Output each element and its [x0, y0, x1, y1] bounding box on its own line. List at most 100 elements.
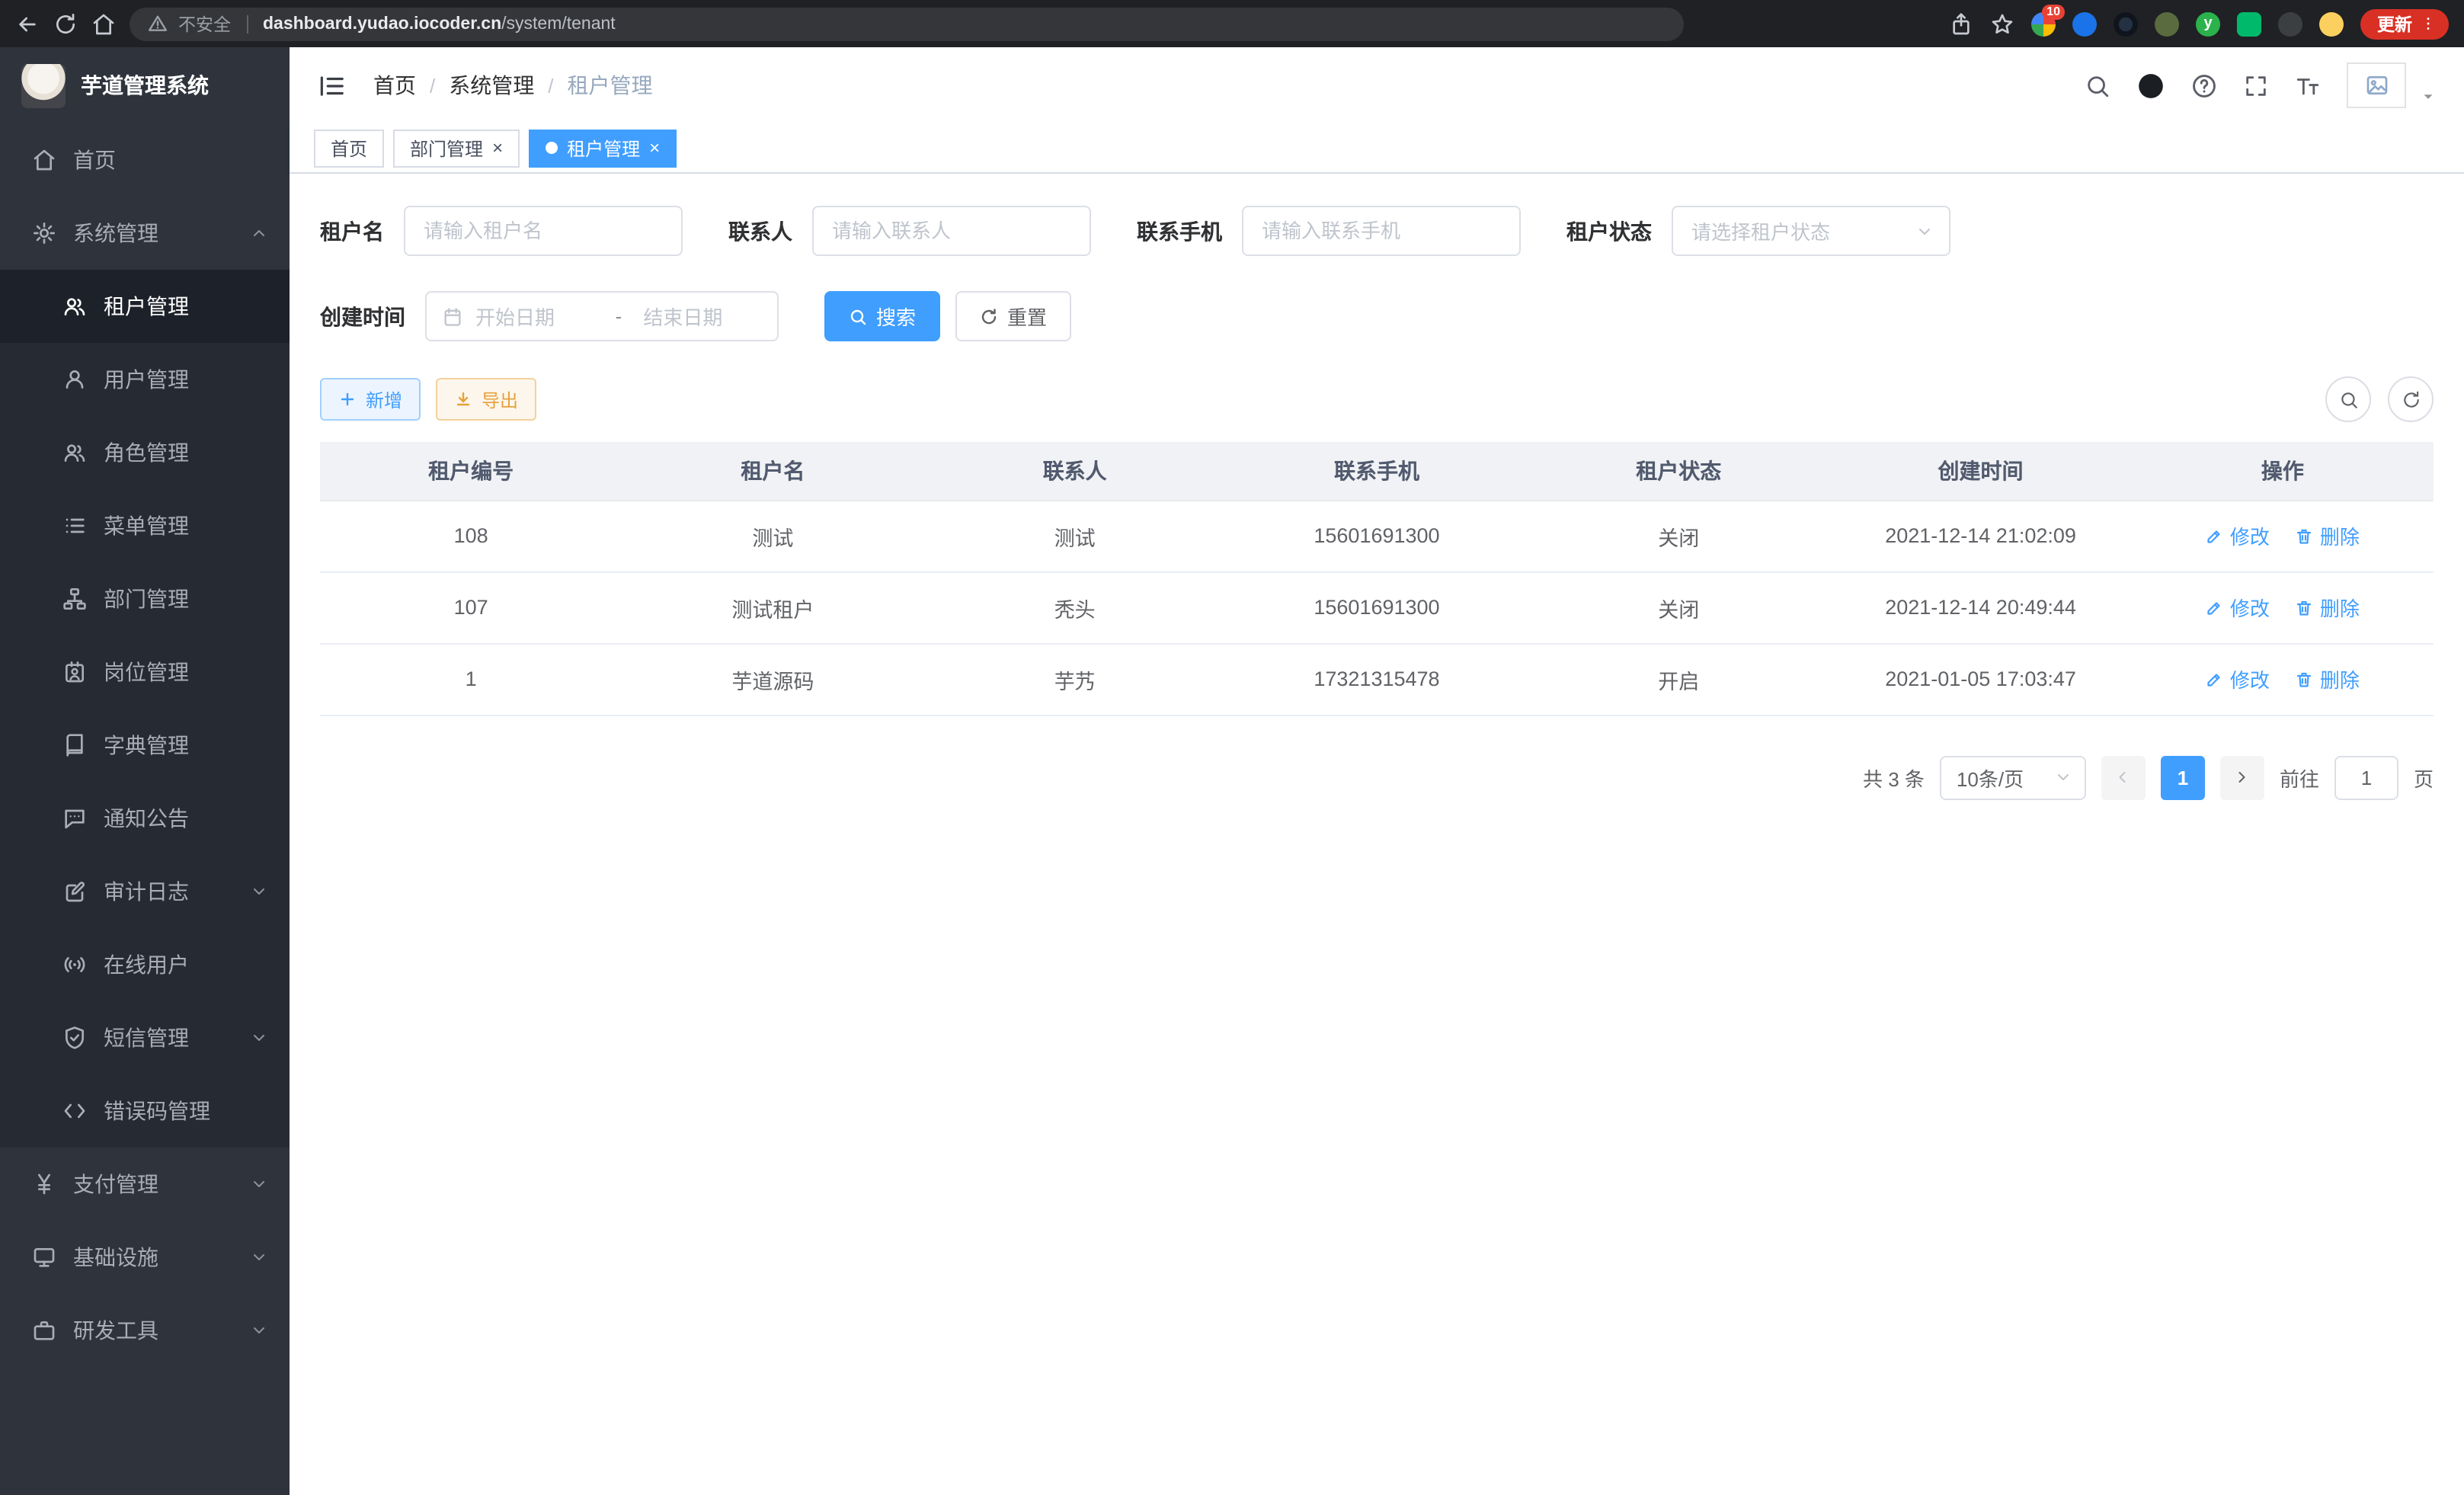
extension-icon[interactable] [2237, 11, 2261, 36]
sidebar-item-menu[interactable]: 菜单管理 [0, 489, 290, 562]
yen-icon [32, 1172, 56, 1196]
bookmark-star-icon[interactable] [1990, 11, 2014, 36]
sidebar-item-dept[interactable]: 部门管理 [0, 562, 290, 635]
edit-link[interactable]: 修改 [2206, 664, 2270, 693]
breadcrumb-section[interactable]: 系统管理 [449, 70, 534, 101]
app-logo[interactable]: 芋道管理系统 [0, 47, 290, 123]
update-button[interactable]: 更新 [2360, 8, 2449, 39]
page-size-select[interactable]: 10条/页 [1940, 755, 2086, 799]
extension-icon[interactable]: 10 [2031, 11, 2056, 36]
filter-create-time: 创建时间 开始日期 - 结束日期 [320, 291, 779, 341]
trash-icon [2296, 527, 2314, 545]
create-time-range-picker[interactable]: 开始日期 - 结束日期 [425, 291, 779, 341]
book-icon [62, 733, 87, 757]
browser-home-icon[interactable] [91, 11, 116, 36]
sidebar-item-online-users[interactable]: 在线用户 [0, 928, 290, 1001]
sidebar-item-system[interactable]: 系统管理 [0, 197, 290, 270]
list-icon [62, 514, 87, 538]
table-row: 107 测试租户 秃头 15601691300 关闭 2021-12-14 20… [320, 571, 2434, 643]
share-icon[interactable] [1949, 11, 1973, 36]
browser-menu-icon[interactable] [2420, 15, 2437, 32]
reset-button[interactable]: 重置 [955, 291, 1071, 341]
user-avatar[interactable] [2347, 62, 2406, 108]
extension-icon[interactable] [2278, 11, 2302, 36]
sidebar-item-payment[interactable]: 支付管理 [0, 1148, 290, 1221]
status-select[interactable]: 请选择租户状态 [1672, 206, 1950, 256]
toggle-search-button[interactable] [2325, 376, 2371, 422]
goto-page-input[interactable] [2334, 755, 2398, 799]
gear-icon [32, 221, 56, 245]
edit-icon [2206, 670, 2224, 688]
delete-link[interactable]: 删除 [2296, 521, 2360, 550]
sidebar-item-post[interactable]: 岗位管理 [0, 635, 290, 709]
url-text: dashboard.yudao.iocoder.cn/system/tenant [263, 14, 616, 33]
refresh-table-button[interactable] [2388, 376, 2434, 422]
tab-tenant[interactable]: 租户管理 × [529, 129, 677, 167]
sidebar-item-dev-tools[interactable]: 研发工具 [0, 1294, 290, 1367]
tenant-page: 租户名 联系人 联系手机 租户状态 请选择租户状态 [290, 174, 2464, 1495]
tenant-table: 租户编号 租户名 联系人 联系手机 租户状态 创建时间 操作 108 测试 [320, 442, 2434, 715]
help-icon[interactable] [2191, 72, 2217, 98]
trash-icon [2296, 670, 2314, 688]
filter-row-2: 创建时间 开始日期 - 结束日期 搜索 [320, 291, 2434, 341]
font-size-icon[interactable] [2295, 72, 2321, 98]
breadcrumb-home[interactable]: 首页 [373, 70, 416, 101]
delete-link[interactable]: 删除 [2296, 664, 2360, 693]
total-count: 共 3 条 [1863, 763, 1925, 792]
trash-icon [2296, 598, 2314, 616]
download-icon [454, 390, 472, 408]
search-icon[interactable] [2085, 72, 2110, 98]
delete-link[interactable]: 删除 [2296, 593, 2360, 622]
prev-page-button[interactable] [2101, 755, 2146, 799]
page-1-button[interactable]: 1 [2161, 755, 2205, 799]
edit-link[interactable]: 修改 [2206, 593, 2270, 622]
sidebar-item-notice[interactable]: 通知公告 [0, 782, 290, 855]
tab-dept[interactable]: 部门管理 × [393, 129, 520, 167]
avatar-caret-icon[interactable] [2420, 88, 2437, 105]
close-icon[interactable]: × [492, 139, 503, 157]
reload-icon[interactable] [53, 11, 78, 36]
export-button[interactable]: 导出 [436, 378, 536, 421]
address-bar[interactable]: 不安全 dashboard.yudao.iocoder.cn/system/te… [130, 7, 1684, 40]
col-tenant-name: 租户名 [622, 442, 923, 500]
extension-icon[interactable] [2155, 11, 2179, 36]
sidebar-item-role[interactable]: 角色管理 [0, 416, 290, 489]
tab-home[interactable]: 首页 [314, 129, 384, 167]
fullscreen-icon[interactable] [2243, 72, 2269, 98]
back-icon[interactable] [15, 11, 40, 36]
sidebar-item-sms[interactable]: 短信管理 [0, 1001, 290, 1074]
extension-badge: 10 [2042, 4, 2065, 19]
contact-input[interactable] [812, 206, 1091, 256]
screen: 不安全 dashboard.yudao.iocoder.cn/system/te… [0, 0, 2464, 1495]
shield-icon [62, 1026, 87, 1050]
sidebar-item-home[interactable]: 首页 [0, 123, 290, 197]
tags-view-bar: 首页 部门管理 × 租户管理 × [290, 123, 2464, 174]
tenant-name-input[interactable] [404, 206, 683, 256]
col-status: 租户状态 [1528, 442, 1829, 500]
extension-icon[interactable] [2319, 11, 2344, 36]
edit-link[interactable]: 修改 [2206, 521, 2270, 550]
monitor-icon [32, 1245, 56, 1269]
chevron-up-icon [250, 224, 268, 242]
chevron-down-icon [2054, 768, 2072, 786]
search-button[interactable]: 搜索 [824, 291, 940, 341]
sidebar-item-tenant[interactable]: 租户管理 [0, 270, 290, 343]
extension-icon[interactable] [2072, 11, 2097, 36]
next-page-button[interactable] [2220, 755, 2264, 799]
security-label: 不安全 [178, 11, 231, 36]
github-icon[interactable] [2136, 71, 2165, 100]
extension-icon[interactable] [2114, 11, 2138, 36]
users-icon [62, 294, 87, 319]
sidebar-item-error-code[interactable]: 错误码管理 [0, 1074, 290, 1148]
sidebar-item-infrastructure[interactable]: 基础设施 [0, 1221, 290, 1294]
add-button[interactable]: 新增 [320, 378, 421, 421]
chevron-down-icon [1915, 222, 1934, 240]
extension-icon[interactable]: y [2196, 11, 2220, 36]
sidebar-item-dict[interactable]: 字典管理 [0, 709, 290, 782]
collapse-sidebar-icon[interactable] [317, 71, 346, 100]
sidebar-item-user[interactable]: 用户管理 [0, 343, 290, 416]
close-icon[interactable]: × [649, 139, 660, 157]
phone-input[interactable] [1242, 206, 1521, 256]
sidebar-item-audit-log[interactable]: 审计日志 [0, 855, 290, 928]
goto-label: 前往 [2280, 763, 2319, 792]
